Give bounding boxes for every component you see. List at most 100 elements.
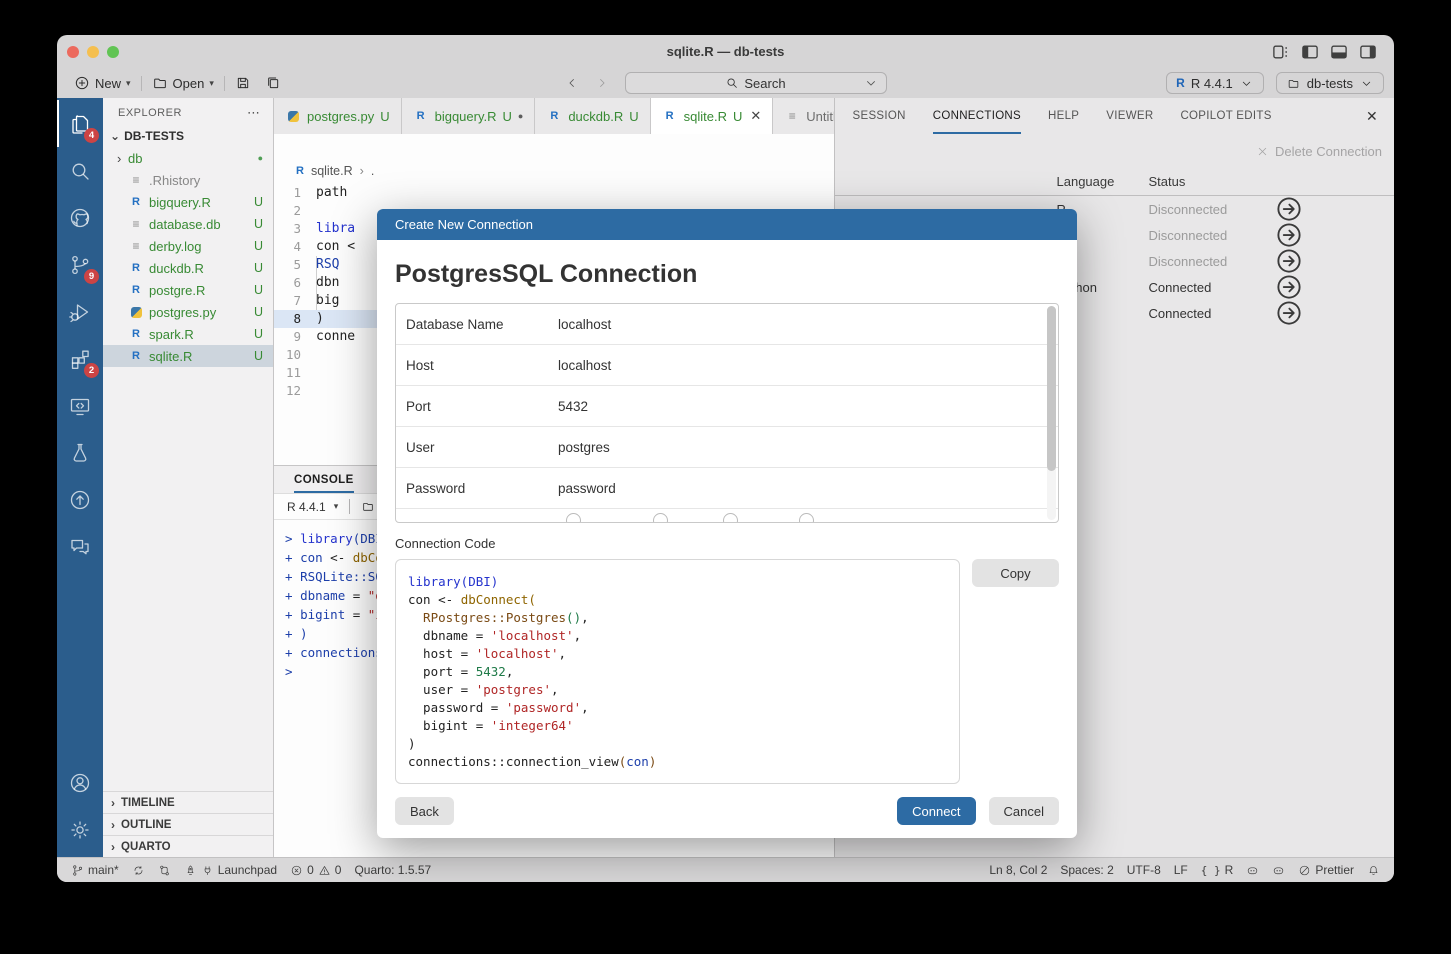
file-row[interactable]: Rbigquery.RU xyxy=(103,191,273,213)
testing-activity-button[interactable] xyxy=(57,429,103,476)
eol-item[interactable]: LF xyxy=(1174,863,1188,877)
token: dbn xyxy=(316,275,339,290)
compare-changes-item[interactable] xyxy=(158,864,171,877)
dialog-header[interactable]: Create New Connection xyxy=(377,209,1077,240)
sync-item[interactable] xyxy=(132,864,145,877)
open-connection-icon[interactable] xyxy=(1274,298,1304,328)
workspace-root-row[interactable]: ⌄ DB-TESTS xyxy=(103,126,273,147)
field-value[interactable]: postgres xyxy=(558,440,610,455)
close-tab-icon[interactable]: ✕ xyxy=(750,108,761,124)
publish-activity-button[interactable] xyxy=(57,476,103,523)
cancel-button[interactable]: Cancel xyxy=(989,797,1059,825)
panel-tab-copilot-edits[interactable]: COPILOT EDITS xyxy=(1180,98,1271,134)
form-scrollbar-thumb[interactable] xyxy=(1047,306,1056,471)
file-row[interactable]: Rduckdb.RU xyxy=(103,257,273,279)
form-scrollbar[interactable] xyxy=(1047,306,1056,520)
chevron-right-icon: › xyxy=(111,797,115,809)
file-row[interactable]: postgres.pyU xyxy=(103,301,273,323)
copilot-edits-item[interactable] xyxy=(1272,864,1285,877)
field-value[interactable]: password xyxy=(558,481,616,496)
indentation-item[interactable]: Spaces: 2 xyxy=(1060,863,1113,877)
extensions-activity-button[interactable]: 2 xyxy=(57,335,103,382)
workspace-picker[interactable]: db-tests xyxy=(1276,72,1384,94)
field-value[interactable]: 5432 xyxy=(558,399,588,414)
file-row[interactable]: Rpostgre.RU xyxy=(103,279,273,301)
open-button[interactable]: Open▾ xyxy=(145,71,221,95)
source-control-activity-button[interactable]: 9 xyxy=(57,241,103,288)
connect-button[interactable]: Connect xyxy=(897,797,975,825)
line-number: 4 xyxy=(274,238,316,256)
token: dbConnect( xyxy=(461,592,536,607)
divider xyxy=(141,76,142,91)
copy-button[interactable]: Copy xyxy=(972,559,1059,587)
file-row[interactable]: Rsqlite.RU xyxy=(103,345,273,367)
radio-button[interactable] xyxy=(566,513,581,523)
save-button[interactable] xyxy=(228,71,258,95)
save-all-button[interactable] xyxy=(258,71,288,95)
radio-button[interactable] xyxy=(723,513,738,523)
sidebar-section-outline[interactable]: ›OUTLINE xyxy=(103,813,273,835)
back-button[interactable]: Back xyxy=(395,797,454,825)
file-row[interactable]: ›db● xyxy=(103,147,273,169)
customize-layout-icon[interactable] xyxy=(1273,45,1289,59)
file-row[interactable]: ≡derby.logU xyxy=(103,235,273,257)
more-actions-icon[interactable]: ⋯ xyxy=(247,105,261,121)
panel-tab-session[interactable]: SESSION xyxy=(853,98,906,134)
editor-tab[interactable]: Rsqlite.RU✕ xyxy=(651,98,774,134)
language-mode-item[interactable]: { } R xyxy=(1201,863,1234,877)
quarto-item[interactable]: Quarto: 1.5.57 xyxy=(354,863,431,877)
sidebar-section-timeline[interactable]: ›TIMELINE xyxy=(103,791,273,813)
minimize-window-button[interactable] xyxy=(87,46,99,58)
delete-connection-button[interactable]: Delete Connection xyxy=(1275,144,1382,159)
radio-button[interactable] xyxy=(799,513,814,523)
search-activity-button[interactable] xyxy=(57,147,103,194)
git-branch-item[interactable]: main* xyxy=(71,863,119,877)
close-window-button[interactable] xyxy=(67,46,79,58)
chevron-down-icon[interactable] xyxy=(864,76,878,90)
toggle-panel-icon[interactable] xyxy=(1331,45,1347,59)
zoom-window-button[interactable] xyxy=(107,46,119,58)
file-row[interactable]: ≡database.dbU xyxy=(103,213,273,235)
cursor-position-item[interactable]: Ln 8, Col 2 xyxy=(989,863,1047,877)
tab-console[interactable]: CONSOLE xyxy=(294,474,354,493)
history-back-icon[interactable] xyxy=(565,76,579,90)
debug-activity-button[interactable] xyxy=(57,288,103,335)
file-row[interactable]: ≡.Rhistory xyxy=(103,169,273,191)
sidebar-section-quarto[interactable]: ›QUARTO xyxy=(103,835,273,857)
breadcrumb[interactable]: R sqlite.R › . xyxy=(274,134,834,184)
field-value[interactable]: localhost xyxy=(558,317,611,332)
settings-activity-button[interactable] xyxy=(57,806,103,853)
toggle-right-sidebar-icon[interactable] xyxy=(1360,45,1376,59)
notifications-item[interactable] xyxy=(1367,864,1380,877)
encoding-item[interactable]: UTF-8 xyxy=(1127,863,1161,877)
comments-activity-button[interactable] xyxy=(57,523,103,570)
github-activity-button[interactable] xyxy=(57,194,103,241)
new-button[interactable]: New▾ xyxy=(67,71,138,95)
search-input[interactable]: Search xyxy=(625,72,887,94)
panel-tab-help[interactable]: HELP xyxy=(1048,98,1079,134)
panel-tab-viewer[interactable]: VIEWER xyxy=(1106,98,1153,134)
field-value[interactable]: localhost xyxy=(558,358,611,373)
radio-button[interactable] xyxy=(653,513,668,523)
editor-tab[interactable]: Rbigquery.RU● xyxy=(402,98,536,134)
connection-code-label: Connection Code xyxy=(395,536,1059,551)
token: dbname = xyxy=(408,628,491,643)
console-interpreter[interactable]: R 4.4.1 xyxy=(287,500,326,514)
token: + xyxy=(285,607,300,622)
files-activity-button[interactable]: 4 xyxy=(57,100,103,147)
close-panel-icon[interactable]: ✕ xyxy=(1366,108,1378,125)
prettier-item[interactable]: Prettier xyxy=(1298,863,1354,877)
launchpad-item[interactable]: Launchpad xyxy=(184,863,277,877)
toggle-left-sidebar-icon[interactable] xyxy=(1302,45,1318,59)
editor-tab[interactable]: postgres.pyU xyxy=(274,98,402,134)
history-forward-icon[interactable] xyxy=(595,76,609,90)
remote-activity-button[interactable] xyxy=(57,382,103,429)
account-activity-button[interactable] xyxy=(57,759,103,806)
editor-tab[interactable]: Rduckdb.RU xyxy=(535,98,650,134)
problems-item[interactable]: 0 0 xyxy=(290,863,341,877)
copilot-item[interactable] xyxy=(1246,864,1259,877)
interpreter-picker[interactable]: R R 4.4.1 xyxy=(1166,72,1264,94)
panel-tab-connections[interactable]: CONNECTIONS xyxy=(933,98,1021,134)
caret-down-icon: ▾ xyxy=(126,78,131,89)
file-row[interactable]: Rspark.RU xyxy=(103,323,273,345)
